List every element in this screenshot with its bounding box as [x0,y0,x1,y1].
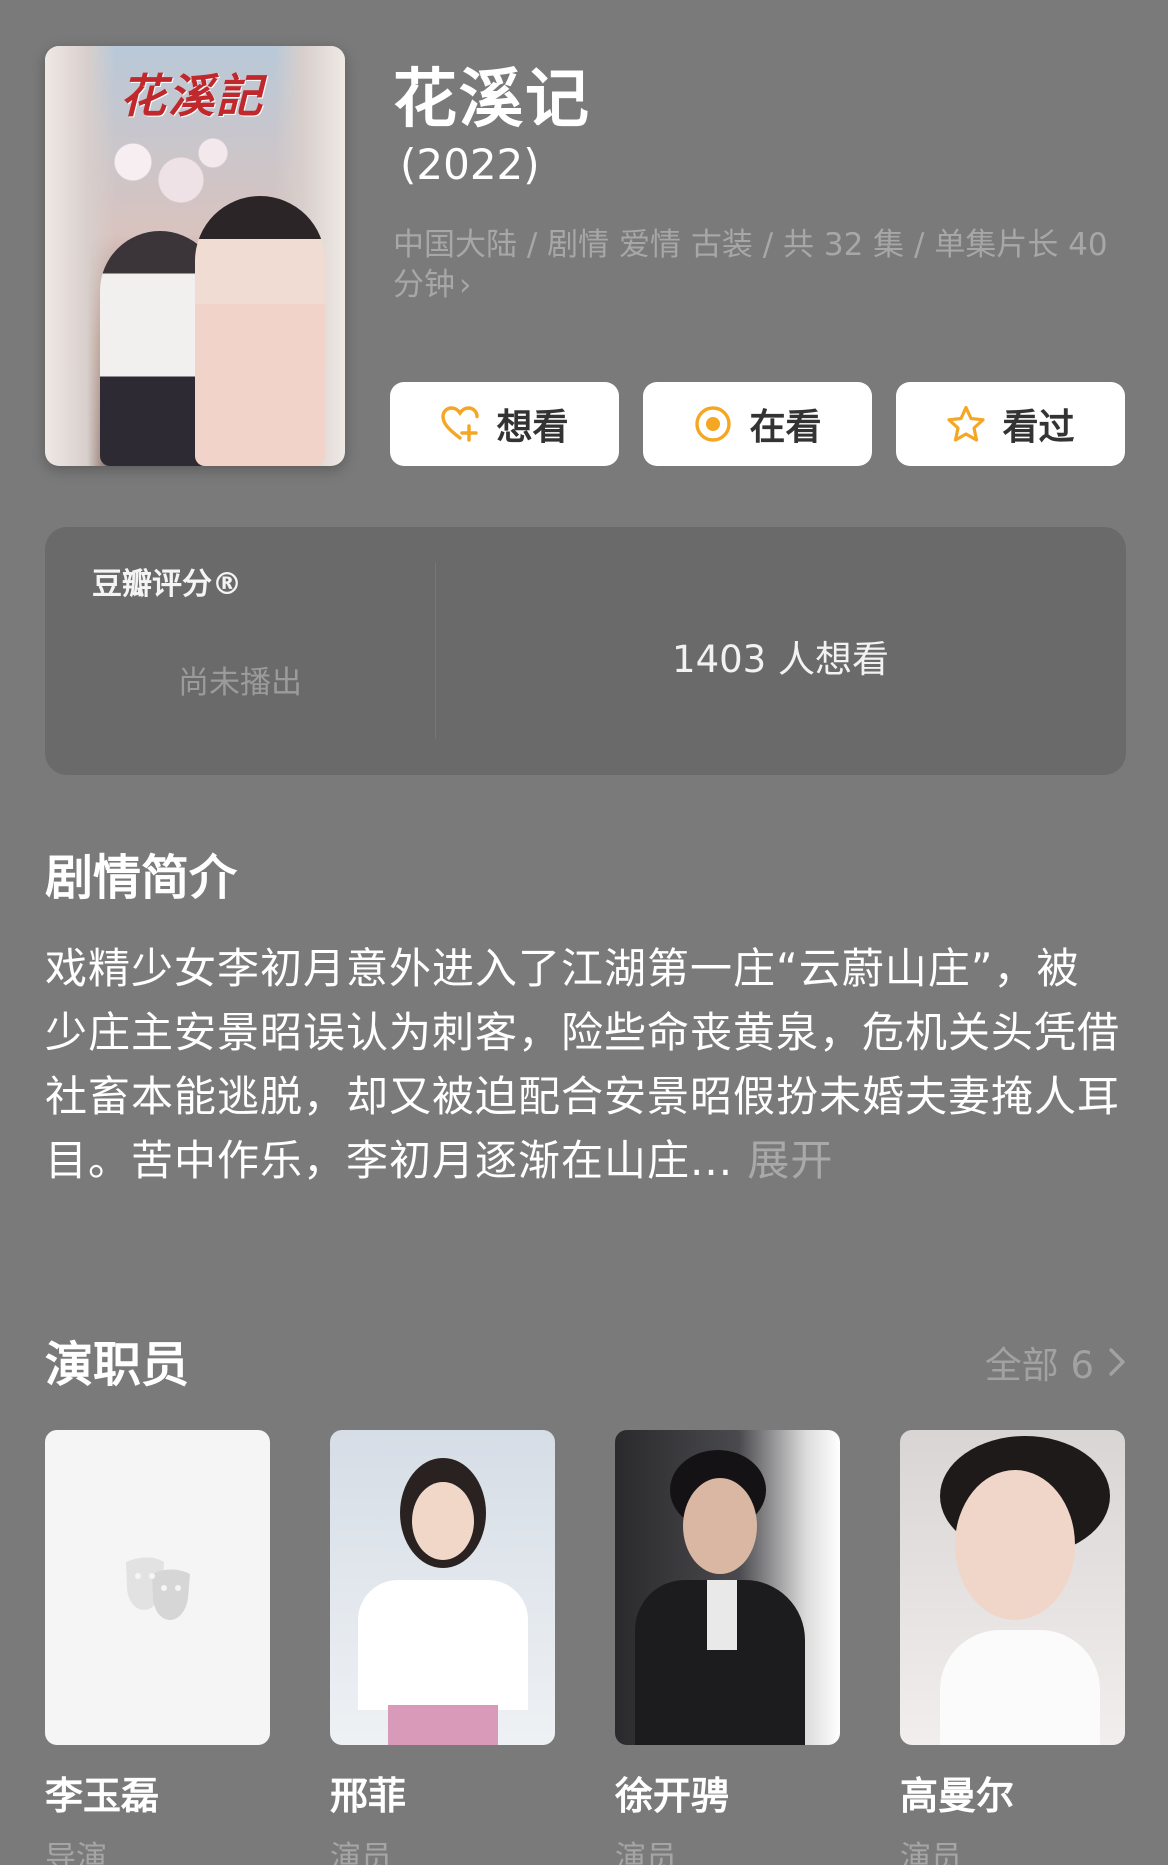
watching-button[interactable]: 在看 [643,382,872,466]
show-meta[interactable]: 中国大陆 / 剧情 爱情 古装 / 共 32 集 / 单集片长 40 分钟 › [393,225,1113,305]
cast-name: 高曼尔 [900,1774,1015,1818]
show-year: (2022) [400,140,540,189]
cast-photo-placeholder [45,1430,270,1745]
cast-name: 徐开骋 [615,1774,730,1818]
douban-rating-label: 豆瓣评分® [92,567,242,602]
cast-heading: 演职员 [45,1337,190,1393]
synopsis-heading: 剧情简介 [45,850,238,906]
expand-link[interactable]: 展开 [747,1136,833,1185]
cast-role: 导演 [45,1840,107,1865]
cast-all-link[interactable]: 全部 6 [985,1335,1126,1389]
cast-card[interactable]: 邢菲 演员 [330,1430,555,1865]
cast-all-label: 全部 6 [984,1344,1094,1387]
poster-image[interactable]: 花溪記 [45,46,345,466]
poster-blossom [85,126,245,216]
chevron-right-icon: › [459,267,472,303]
theater-masks-icon [125,1557,190,1620]
want-to-watch-button[interactable]: 想看 [390,382,619,466]
cast-photo [615,1430,840,1745]
cast-card[interactable]: 李玉磊 导演 [45,1430,270,1865]
cast-role: 演员 [330,1840,392,1865]
rating-status: 尚未播出 [178,665,302,701]
action-buttons: 想看 在看 看过 [390,382,1125,466]
synopsis-body: 戏精少女李初月意外进入了江湖第一庄“云蔚山庄”，被少庄主安景昭误认为刺客，险些命… [45,944,1121,1185]
watched-button[interactable]: 看过 [896,382,1125,466]
chevron-right-icon [1109,1348,1125,1376]
heart-plus-icon [441,406,480,442]
show-title: 花溪记 [393,63,591,137]
cast-name: 邢菲 [330,1774,407,1818]
want-count: 1403 人想看 [672,638,889,681]
cast-photo [900,1430,1125,1745]
show-meta-text: 中国大陆 / 剧情 爱情 古装 / 共 32 集 / 单集片长 40 分钟 [393,227,1108,303]
watched-label: 看过 [1002,407,1075,448]
cast-photo [330,1430,555,1745]
target-circle-icon [695,406,732,442]
poster-figure-right [195,196,325,466]
cast-list: 李玉磊 导演 邢菲 演员 徐开骋 演员 高曼尔 演员 [45,1430,1125,1865]
watching-label: 在看 [749,407,822,448]
cast-name: 李玉磊 [45,1774,160,1818]
cast-card[interactable]: 徐开骋 演员 [615,1430,840,1865]
poster-logo: 花溪記 [120,69,264,123]
cast-role: 演员 [900,1840,962,1865]
star-outline-icon [947,405,986,442]
rating-card[interactable]: 豆瓣评分® 尚未播出 1403 人想看 [45,527,1126,775]
synopsis-text[interactable]: 戏精少女李初月意外进入了江湖第一庄“云蔚山庄”，被少庄主安景昭误认为刺客，险些命… [45,937,1120,1193]
cast-role: 演员 [615,1840,677,1865]
cast-card[interactable]: 高曼尔 演员 [900,1430,1125,1865]
want-to-watch-label: 想看 [496,407,569,448]
